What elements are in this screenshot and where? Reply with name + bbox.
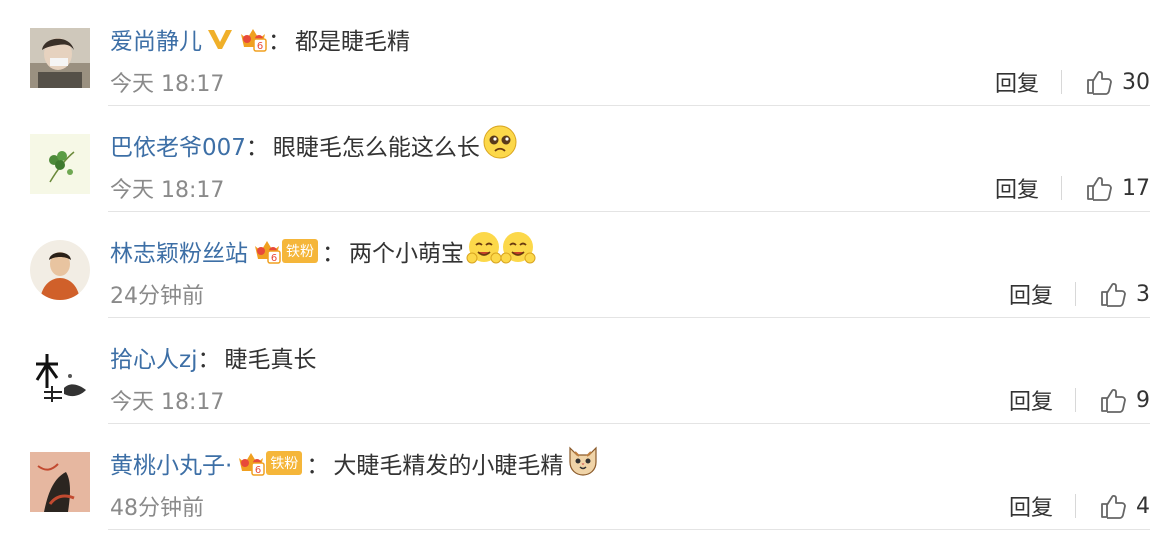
fan-badge[interactable]: 铁粉 [266, 451, 303, 475]
reply-button[interactable]: 回复 [1009, 384, 1053, 416]
like-count: 4 [1136, 493, 1150, 519]
colon: ： [322, 241, 345, 267]
comment-item: 黄桃小丸子· 铁粉 ： 大睫毛精发的小睫毛精 48分钟前 回复 4 [0, 424, 1172, 530]
comment-text: 眼睫毛怎么能这么长 [272, 135, 480, 161]
crown-icon[interactable] [252, 238, 282, 264]
pleading-face-icon [482, 124, 518, 166]
comment-actions: 回复 3 [1009, 278, 1150, 310]
crown-icon[interactable] [236, 450, 266, 476]
colon: ： [306, 453, 330, 479]
like-count: 17 [1122, 175, 1150, 201]
reply-button[interactable]: 回复 [1009, 490, 1053, 522]
comment-actions: 回复 4 [1009, 490, 1150, 522]
like-count: 9 [1136, 387, 1150, 413]
divider [1075, 494, 1076, 518]
like-count: 30 [1122, 69, 1150, 95]
reply-button[interactable]: 回复 [1009, 278, 1053, 310]
colon: ： [197, 347, 221, 373]
comment-item: 林志颖粉丝站 铁粉 ： 两个小萌宝 24分钟前 回复 3 [0, 212, 1172, 318]
reply-button[interactable]: 回复 [995, 66, 1039, 98]
comment-line: 爱尚静儿 ： 都是睫毛精 [110, 22, 410, 56]
avatar[interactable] [30, 134, 90, 194]
comment-line: 巴依老爷007 ： 眼睫毛怎么能这么长 [110, 125, 518, 162]
like-count: 3 [1136, 281, 1150, 307]
comment-text: 睫毛真长 [224, 347, 317, 373]
username-link[interactable]: 林志颖粉丝站 [110, 234, 248, 268]
comment-item: 拾心人zj ： 睫毛真长 今天 18:17 回复 9 [0, 318, 1172, 424]
comment-item: 爱尚静儿 ： 都是睫毛精 今天 18:17 回复 30 [0, 0, 1172, 106]
v-icon[interactable] [206, 27, 234, 51]
comment-actions: 回复 17 [995, 172, 1150, 204]
thumbs-up-icon [1098, 386, 1126, 414]
divider [108, 529, 1150, 530]
crown-icon[interactable] [238, 26, 268, 52]
thumbs-up-icon [1084, 174, 1112, 202]
divider [1061, 70, 1062, 94]
comment-line: 拾心人zj ： 睫毛真长 [110, 340, 316, 374]
username-link[interactable]: 巴依老爷007 [110, 128, 246, 162]
timestamp: 今天 18:17 [110, 72, 225, 97]
comment-actions: 回复 9 [1009, 384, 1150, 416]
comment-item: 巴依老爷007 ： 眼睫毛怎么能这么长 今天 18:17 回复 17 [0, 106, 1172, 212]
comment-line: 黄桃小丸子· 铁粉 ： 大睫毛精发的小睫毛精 [110, 446, 601, 480]
thumbs-up-icon [1098, 280, 1126, 308]
avatar[interactable] [30, 346, 90, 406]
reply-button[interactable]: 回复 [995, 172, 1039, 204]
divider [1061, 176, 1062, 200]
divider [1075, 388, 1076, 412]
avatar[interactable] [30, 452, 90, 512]
like-button[interactable]: 30 [1084, 68, 1150, 96]
username-link[interactable]: 拾心人zj [110, 340, 197, 374]
avatar[interactable] [30, 240, 90, 300]
username-link[interactable]: 黄桃小丸子· [110, 446, 232, 480]
thumbs-up-icon [1084, 68, 1112, 96]
comment-line: 林志颖粉丝站 铁粉 ： 两个小萌宝 [110, 232, 536, 268]
like-button[interactable]: 4 [1098, 492, 1150, 520]
comment-text: 大睫毛精发的小睫毛精 [333, 453, 564, 479]
divider [1075, 282, 1076, 306]
hugging-face-icon [466, 230, 502, 272]
hugging-face-icon [500, 230, 536, 272]
comment-actions: 回复 30 [995, 66, 1150, 98]
timestamp: 今天 18:17 [110, 390, 225, 415]
like-button[interactable]: 9 [1098, 386, 1150, 414]
like-button[interactable]: 3 [1098, 280, 1150, 308]
avatar[interactable] [30, 28, 90, 88]
timestamp: 24分钟前 [110, 284, 204, 309]
colon: ： [245, 135, 269, 161]
fan-badge[interactable]: 铁粉 [282, 239, 318, 263]
username-link[interactable]: 爱尚静儿 [110, 22, 202, 56]
comment-text: 两个小萌宝 [349, 241, 464, 267]
comment-text: 都是睫毛精 [295, 29, 410, 55]
timestamp: 今天 18:17 [110, 178, 225, 203]
colon: ： [268, 29, 291, 55]
cat-face-icon [565, 442, 601, 484]
thumbs-up-icon [1098, 492, 1126, 520]
timestamp: 48分钟前 [110, 496, 204, 521]
like-button[interactable]: 17 [1084, 174, 1150, 202]
